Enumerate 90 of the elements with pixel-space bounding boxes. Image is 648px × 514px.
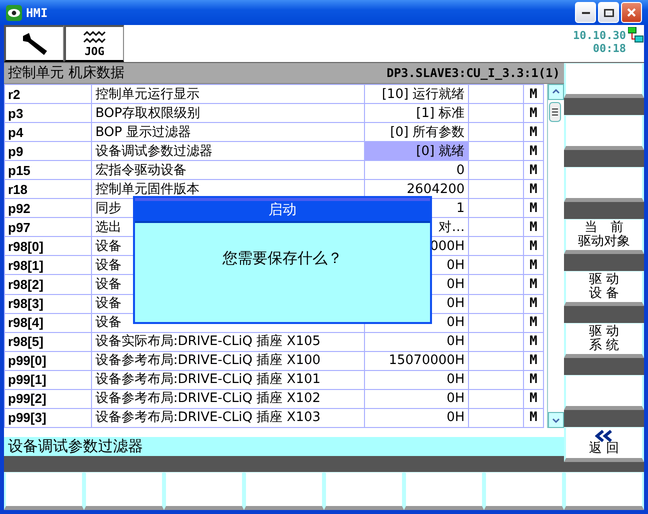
table-cell: p99[1]	[4, 370, 92, 390]
table-cell: BOP存取权限级别	[92, 104, 365, 123]
double-chevron-icon	[595, 430, 613, 442]
table-cell: [1] 标准	[364, 104, 468, 123]
maximize-icon	[604, 8, 614, 16]
table-cell: 控制单元运行显示	[92, 84, 365, 104]
table-cell: [10] 运行就绪	[364, 84, 468, 104]
table-cell: M	[523, 180, 544, 199]
table-cell: M	[523, 351, 544, 370]
table-cell: r98[3]	[4, 294, 92, 314]
table-cell: 设备参考布局:DRIVE-CLiQ 插座 X101	[92, 370, 365, 390]
softkey[interactable]	[564, 472, 644, 510]
softkey[interactable]	[404, 472, 484, 510]
table-cell: r98[0]	[4, 236, 92, 256]
softkey[interactable]	[4, 472, 84, 510]
wave-icon	[82, 30, 106, 46]
table-cell: M	[523, 370, 544, 390]
table-cell: p92	[4, 198, 92, 218]
table-cell: r18	[4, 180, 92, 199]
table-cell: M	[523, 294, 544, 314]
table-cell: 0H	[364, 370, 468, 390]
table-cell: r98[1]	[4, 256, 92, 275]
table-cell: 0	[364, 160, 468, 180]
time-text: 00:18	[592, 42, 626, 55]
softkey[interactable]	[564, 375, 644, 410]
jog-button[interactable]: JOG	[64, 25, 124, 62]
table-cell: M	[523, 236, 544, 256]
table-cell: M	[523, 104, 544, 123]
minimize-icon	[582, 12, 590, 14]
scroll-thumb[interactable]	[549, 102, 561, 122]
softkey[interactable]	[324, 472, 404, 510]
close-button[interactable]	[621, 2, 642, 23]
table-cell: p99[2]	[4, 389, 92, 408]
table-cell: 0H	[364, 389, 468, 408]
table-cell: 设备实际布局:DRIVE-CLiQ 插座 X105	[92, 332, 365, 352]
table-cell: 0H	[364, 408, 468, 428]
date-text: 10.10.30	[573, 29, 626, 42]
scroll-down-icon	[548, 412, 564, 428]
table-cell: p99[3]	[4, 408, 92, 428]
table-cell: r98[5]	[4, 332, 92, 352]
close-icon	[627, 8, 636, 17]
softkey[interactable]: 当 前 驱动对象	[564, 219, 644, 254]
header-title: 控制单元 机床数据	[8, 64, 124, 82]
table-cell: r98[2]	[4, 274, 92, 294]
minimize-button[interactable]	[575, 2, 596, 23]
softkey[interactable]	[244, 472, 324, 510]
table-cell: M	[523, 218, 544, 237]
table-cell: 设备参考布局:DRIVE-CLiQ 插座 X100	[92, 351, 365, 370]
eye-icon	[6, 4, 22, 20]
table-cell: 0H	[364, 332, 468, 352]
table-cell: p99[0]	[4, 351, 92, 370]
table-cell: M	[523, 84, 544, 104]
softkey[interactable]	[164, 472, 244, 510]
maximize-button[interactable]	[598, 2, 619, 23]
table-cell: p3	[4, 104, 92, 123]
window-title: HMI	[26, 6, 49, 20]
softkey[interactable]	[84, 472, 164, 510]
table-cell: M	[523, 160, 544, 180]
softkey[interactable]: 驱 动 设 备	[564, 271, 644, 306]
table-cell: M	[523, 332, 544, 352]
table-cell: p15	[4, 160, 92, 180]
table-cell: p4	[4, 122, 92, 142]
table-cell: M	[523, 389, 544, 408]
table-cell: BOP 显示过滤器	[92, 122, 365, 142]
softkey[interactable]: 驱 动 系 统	[564, 323, 644, 358]
softkey[interactable]	[564, 167, 644, 202]
table-cell: M	[523, 313, 544, 332]
softkey[interactable]	[484, 472, 564, 510]
table-cell: 设备参考布局:DRIVE-CLiQ 插座 X102	[92, 389, 365, 408]
table-cell: p9	[4, 142, 92, 161]
network-icon	[628, 27, 644, 43]
table-cell: 15070000H	[364, 351, 468, 370]
table-cell: M	[523, 122, 544, 142]
scroll-up-icon	[548, 84, 564, 100]
table-cell: [0] 就绪	[364, 142, 468, 161]
table-cell: 设备调试参数过滤器	[92, 142, 365, 161]
softkey[interactable]: 返 回	[564, 427, 644, 462]
table-cell: r2	[4, 84, 92, 104]
wrench-button[interactable]	[4, 25, 64, 62]
header-path: DP3.SLAVE3:CU_I_3.3:1(1)	[386, 66, 560, 80]
table-cell: M	[523, 274, 544, 294]
table-cell: 设备参考布局:DRIVE-CLiQ 插座 X103	[92, 408, 365, 428]
table-cell: 宏指令驱动设备	[92, 160, 365, 180]
table-cell: p97	[4, 218, 92, 237]
table-cell: r98[4]	[4, 313, 92, 332]
table-cell: M	[523, 408, 544, 428]
dialog-title: 启动	[135, 198, 430, 223]
table-cell: M	[523, 142, 544, 161]
table-cell: M	[523, 256, 544, 275]
table-cell: M	[523, 198, 544, 218]
